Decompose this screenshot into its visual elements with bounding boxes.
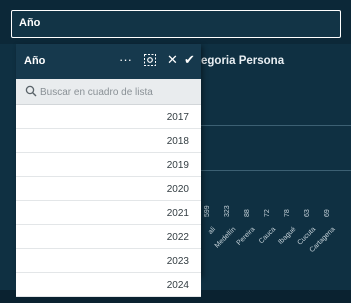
year-filter-label: Año	[19, 17, 41, 29]
search-icon	[25, 85, 37, 97]
more-icon[interactable]: ···	[119, 53, 132, 67]
data-value-text: 63	[304, 209, 311, 217]
listbox-item[interactable]: 2017	[16, 105, 201, 129]
listbox-item[interactable]: 2024	[16, 273, 201, 297]
data-value-text: 599	[204, 205, 211, 217]
data-value-label: 72	[264, 197, 274, 217]
listbox-title: Año	[24, 55, 46, 67]
check-icon[interactable]: ✔	[184, 53, 195, 67]
data-value-text: 78	[284, 209, 291, 217]
listbox-dropdown: Año ··· ✕ ✔ 2017201820192020202120222023…	[16, 44, 201, 297]
listbox-header: Año ··· ✕ ✔	[16, 44, 201, 79]
listbox-item[interactable]: 2019	[16, 153, 201, 177]
gridline	[201, 170, 351, 171]
listbox-item[interactable]: 2018	[16, 129, 201, 153]
data-value-label: 88	[244, 197, 254, 217]
data-value-label: 78	[284, 197, 294, 217]
listbox-item[interactable]: 2023	[16, 249, 201, 273]
selection-tool-icon[interactable]	[144, 54, 156, 69]
close-icon[interactable]: ✕	[167, 53, 178, 67]
data-value-label: 323	[224, 197, 234, 217]
data-value-text: 88	[244, 209, 251, 217]
search-input[interactable]	[40, 83, 195, 101]
data-value-text: 72	[264, 209, 271, 217]
data-value-text: 69	[324, 209, 331, 217]
data-value-label: 69	[324, 197, 334, 217]
top-bar: Año	[0, 0, 351, 44]
listbox-item[interactable]: 2020	[16, 177, 201, 201]
listbox-item[interactable]: 2021	[16, 201, 201, 225]
data-value-label: 63	[304, 197, 314, 217]
year-filter-field[interactable]: Año	[11, 10, 341, 38]
gridline	[201, 125, 351, 126]
chart-title: egoria Persona	[201, 55, 285, 67]
listbox-item[interactable]: 2022	[16, 225, 201, 249]
data-value-text: 323	[224, 205, 231, 217]
listbox-search	[16, 79, 201, 105]
data-value-label: 599	[204, 197, 214, 217]
